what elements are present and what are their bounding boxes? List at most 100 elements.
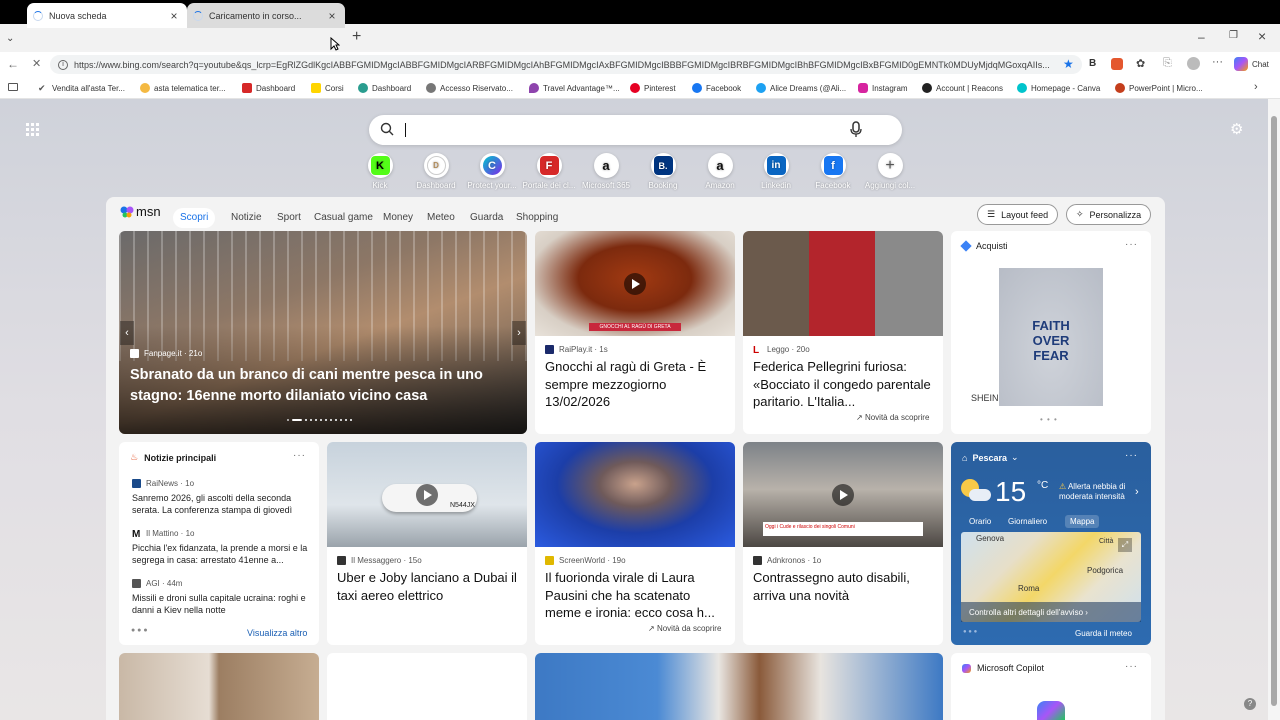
tab-new-tab[interactable]: Nuova scheda × [27, 3, 187, 28]
settings-gear-icon[interactable]: ⚙ [1230, 120, 1243, 138]
fav-item[interactable]: Corsi [311, 80, 344, 96]
tab-daily[interactable]: Giornaliero [1008, 517, 1047, 526]
play-icon[interactable] [832, 484, 854, 506]
quicklink-kick[interactable]: K Kick [352, 153, 408, 190]
fav-item[interactable]: ✔ Vendita all'asta Ter... [38, 80, 125, 96]
copilot-card[interactable]: Microsoft Copilot ··· [951, 653, 1151, 720]
fav-item[interactable]: asta telematica ter... [140, 80, 226, 96]
copilot-chat-button[interactable]: Chat [1234, 57, 1269, 71]
profile-avatar[interactable] [1187, 57, 1200, 70]
quicklink-protect[interactable]: C Protect your... [464, 153, 520, 190]
news-card-pellegrini[interactable]: L Leggo · 20o Federica Pellegrini furiosa… [743, 231, 943, 434]
layout-feed-button[interactable]: ☰ Layout feed [977, 204, 1059, 225]
news-card-bottom[interactable] [119, 653, 319, 720]
fav-item[interactable]: Pinterest [630, 80, 676, 96]
tab-loading[interactable]: Caricamento in corso... × [187, 3, 345, 28]
fav-item[interactable]: PowerPoint | Micro... [1115, 80, 1203, 96]
quicklink-portale[interactable]: F Portale dei cl... [521, 153, 577, 190]
news-card-pausini[interactable]: ScreenWorld · 19o Il fuorionda virale di… [535, 442, 735, 645]
fav-item[interactable]: Account | Reacons [922, 80, 1003, 96]
pagination-dots[interactable]: ● ● ● [963, 629, 977, 635]
carousel-next-icon[interactable]: › [512, 321, 526, 345]
fav-item[interactable]: Accesso Riservato... [426, 80, 513, 96]
carousel-dots[interactable] [287, 419, 352, 421]
fav-item[interactable]: Dashboard [358, 80, 411, 96]
quicklink-booking[interactable]: B. Booking [635, 153, 691, 190]
news-card-joby[interactable]: N544JX Il Messaggero · 15o Uber e Joby l… [327, 442, 527, 645]
close-tab-icon[interactable]: × [325, 9, 339, 23]
back-icon[interactable]: ← [7, 57, 19, 71]
scrollbar[interactable] [1268, 99, 1280, 720]
info-icon[interactable]: i [58, 59, 68, 70]
more-options-icon[interactable]: ··· [293, 450, 306, 461]
personalize-button[interactable]: ✧ Personalizza [1066, 204, 1152, 225]
tab-hourly[interactable]: Orario [969, 517, 991, 526]
quicklink-microsoft365[interactable]: a Microsoft 365 [578, 153, 634, 190]
news-card-contrassegno[interactable]: Oggi i Cude e rilascio dei singoli Comun… [743, 442, 943, 645]
news-card-wide[interactable] [535, 653, 943, 720]
scrollbar-thumb[interactable] [1271, 116, 1277, 706]
fav-item[interactable]: Dashboard [242, 80, 295, 96]
favorites-folder-icon[interactable] [8, 83, 18, 91]
fav-item[interactable]: Homepage - Canva [1017, 80, 1100, 96]
play-icon[interactable] [624, 273, 646, 295]
view-weather-link[interactable]: Guarda il meteo [1075, 629, 1132, 638]
quicklink-facebook[interactable]: f Facebook [805, 153, 861, 190]
nav-sport[interactable]: Sport [277, 208, 301, 228]
nav-guarda[interactable]: Guarda [470, 208, 503, 228]
help-icon[interactable]: ? [1244, 698, 1256, 710]
list-item[interactable]: AGI · 44m Missili e droni sulla capitale… [132, 579, 312, 616]
weather-card[interactable]: ⌂ Pescara ⌄ ··· 15 °C ⚠ Allerta nebbia di … [951, 442, 1151, 645]
more-options-icon[interactable]: ··· [1125, 450, 1138, 461]
maximize-icon[interactable]: ❐ [1229, 30, 1238, 41]
new-tab-icon[interactable]: + [352, 28, 361, 46]
list-item[interactable]: M Il Mattino · 1o Picchia l'ex fidanzata,… [132, 529, 312, 566]
news-card-gnocchi[interactable]: GNOCCHI AL RAGÙ DI GRETA RaiPlay.it · 1s… [535, 231, 735, 434]
msn-logo[interactable]: msn [120, 204, 161, 219]
search-box[interactable] [369, 115, 902, 145]
collections-icon[interactable]: ⎘ [1163, 57, 1172, 70]
fav-item[interactable]: Facebook [692, 80, 741, 96]
nav-scopri[interactable]: Scopri [173, 208, 216, 228]
nav-shopping[interactable]: Shopping [516, 208, 558, 228]
fav-item[interactable]: Alice Dreams (@Ali... [756, 80, 846, 96]
quicklink-amazon[interactable]: a Amazon [692, 153, 748, 190]
hero-card[interactable]: ‹ › Fanpage.it · 21o Sbranato da un bran… [119, 231, 527, 434]
more-options-icon[interactable]: ··· [1125, 661, 1138, 672]
tab-list-chevron-icon[interactable]: ⌄ [6, 33, 14, 44]
add-quicklink-button[interactable]: + Aggiungi col... [862, 153, 918, 190]
tab-map[interactable]: Mappa [1065, 515, 1100, 528]
close-window-icon[interactable]: × [1258, 28, 1266, 44]
microphone-icon[interactable] [850, 121, 862, 138]
nav-casual-game[interactable]: Casual game [314, 208, 373, 228]
extension-icon[interactable] [1111, 58, 1123, 70]
stop-icon[interactable]: ✕ [32, 57, 41, 70]
fav-item[interactable]: Travel Advantage™... [529, 80, 620, 96]
weather-map[interactable]: Genova Città Podgorica Roma ⤢ Controlla … [961, 532, 1141, 622]
extensions-puzzle-icon[interactable]: ✿ [1136, 57, 1145, 70]
close-tab-icon[interactable]: × [167, 9, 181, 23]
shopping-card[interactable]: Acquisti ··· FAITH OVER FEAR SHEIN • • • [951, 231, 1151, 434]
play-icon[interactable] [416, 484, 438, 506]
more-menu-icon[interactable]: ··· [1212, 56, 1223, 68]
nav-notizie[interactable]: Notizie [231, 208, 262, 228]
address-bar[interactable]: i https://www.bing.com/search?q=youtube&… [50, 55, 1082, 74]
alert-details-link[interactable]: Controlla altri dettagli dell'avviso › [961, 602, 1141, 622]
apps-grid-icon[interactable] [26, 123, 39, 136]
pagination-dots[interactable]: • • • [1040, 415, 1058, 424]
favorites-more-chevron-icon[interactable]: › [1254, 81, 1258, 93]
nav-money[interactable]: Money [383, 208, 413, 228]
carousel-prev-icon[interactable]: ‹ [120, 321, 134, 345]
expand-icon[interactable]: ⤢ [1118, 538, 1132, 552]
pagination-dots[interactable]: ● ● ● [131, 627, 148, 634]
weather-alert[interactable]: ⚠ Allerta nebbia di moderata intensità [1059, 482, 1137, 502]
minimize-icon[interactable]: – [1198, 30, 1205, 44]
nav-meteo[interactable]: Meteo [427, 208, 455, 228]
see-more-link[interactable]: Visualizza altro [247, 628, 307, 638]
fav-item[interactable]: Instagram [858, 80, 908, 96]
chevron-right-icon[interactable]: › [1135, 486, 1139, 498]
favorite-star-icon[interactable]: ★ [1063, 57, 1074, 71]
extension-b-icon[interactable]: B [1089, 58, 1096, 69]
weather-location[interactable]: ⌂ Pescara ⌄ [962, 452, 1019, 463]
quicklink-dashboard[interactable]: D Dashboard [408, 153, 464, 190]
